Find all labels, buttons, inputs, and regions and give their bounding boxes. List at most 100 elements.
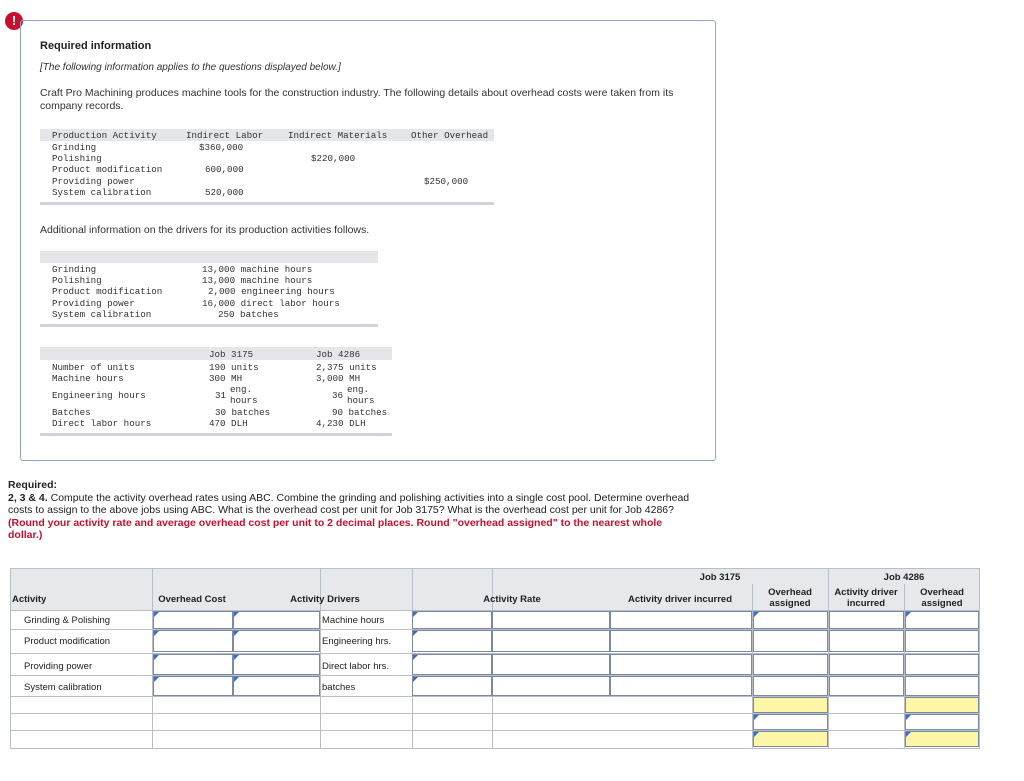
dropdown-marker-icon (413, 612, 418, 617)
driver-table-rule (40, 324, 378, 327)
dropdown-marker-icon (413, 655, 418, 660)
required-text: 2, 3 & 4. Compute the activity overhead … (8, 492, 698, 542)
info-intro: Craft Pro Machining produces machine too… (40, 87, 674, 112)
overhead-cost-input[interactable] (153, 654, 233, 675)
info-note: [The following information applies to th… (40, 62, 341, 73)
job4286-driver-incurred-input[interactable] (829, 654, 904, 675)
activity-rate-input[interactable] (492, 630, 610, 652)
job3175-driver-incurred-input[interactable] (610, 676, 752, 696)
job4286-batches: 90 batches (332, 407, 388, 418)
activity-driver-amount-input[interactable] (412, 630, 492, 652)
answer-grid: Job 3175 Job 4286 Activity Overhead Cost… (10, 568, 980, 749)
activity-driver-amount-input[interactable] (412, 654, 492, 675)
job3175-cost-per-unit-input[interactable] (753, 731, 828, 747)
cost-row-activity: System calibration (52, 187, 152, 198)
cost-header-activity: Production Activity (52, 130, 157, 141)
overhead-cost-input[interactable] (153, 676, 233, 696)
job4286-overhead-assigned-input[interactable] (905, 630, 979, 652)
grid-row-activity: Providing power (24, 661, 93, 672)
job3175-overhead-assigned-input[interactable] (753, 676, 828, 696)
overhead-cost-input-b[interactable] (233, 676, 320, 696)
job-table-rule (40, 433, 392, 436)
activity-rate-input[interactable] (492, 611, 610, 629)
grid-header-overhead-assigned-a: Overhead assigned (768, 587, 812, 609)
grid-line (10, 713, 980, 714)
job4286-driver-incurred-input[interactable] (829, 630, 904, 652)
driver-row-activity: Product modification (52, 286, 163, 297)
dropdown-marker-icon (754, 612, 759, 617)
cost-row-activity: Grinding (52, 142, 97, 153)
job3175-units-input[interactable] (753, 714, 828, 730)
job4286-overhead-assigned-input[interactable] (905, 611, 979, 629)
grid-line (10, 748, 980, 749)
job3175-eng-unit: eng. (230, 384, 253, 395)
grid-row-activity: Grinding & Polishing (24, 615, 111, 626)
overhead-cost-input-b[interactable] (233, 630, 320, 652)
driver-table-header-bg (40, 251, 378, 263)
grid-line (979, 568, 980, 748)
job4286-overhead-assigned-input[interactable] (905, 676, 979, 696)
info-heading: Required information (40, 40, 152, 52)
driver-row-driver: 16,000 direct labor hours (202, 298, 340, 309)
overhead-cost-input[interactable] (153, 630, 233, 652)
dropdown-marker-icon (754, 715, 759, 720)
grid-header-overhead-cost: Overhead Cost (158, 594, 226, 605)
dropdown-marker-icon (154, 631, 159, 636)
job3175-driver-incurred-input[interactable] (610, 654, 752, 675)
grid-row-driver: Engineering hrs. (322, 636, 392, 647)
grid-header-activity: Activity (12, 594, 47, 605)
required-label: Required: (8, 479, 58, 491)
cost-row-activity: Polishing (52, 153, 102, 164)
job3175-eng-num: 31 (215, 390, 227, 401)
activity-driver-amount-input[interactable] (412, 676, 492, 696)
job3175-overhead-assigned-input[interactable] (753, 630, 828, 652)
job4286-units-input[interactable] (905, 714, 979, 730)
job3175-units: 190 units (209, 362, 259, 373)
cost-row-labor: 520,000 (205, 187, 244, 198)
dropdown-marker-icon (754, 732, 759, 737)
job4286-driver-incurred-input[interactable] (829, 611, 904, 629)
dropdown-marker-icon (154, 677, 159, 682)
grid-line (10, 696, 980, 697)
dropdown-marker-icon (906, 612, 911, 617)
job-header-4286: Job 4286 (316, 349, 361, 360)
job3175-overhead-assigned-input[interactable] (753, 611, 828, 629)
driver-row-activity: Grinding (52, 264, 97, 275)
required-block: Required: 2, 3 & 4. Compute the activity… (8, 479, 698, 542)
overhead-cost-input-b[interactable] (233, 611, 320, 629)
job4286-overhead-assigned-input[interactable] (905, 654, 979, 675)
job4286-eng-unit: eng. (347, 384, 370, 395)
activity-rate-input[interactable] (492, 654, 610, 675)
dropdown-marker-icon (234, 655, 239, 660)
grid-row-driver: Machine hours (322, 615, 385, 626)
activity-driver-amount-input[interactable] (412, 611, 492, 629)
job-label: Number of units (52, 362, 135, 373)
grid-row-activity: Product modification (24, 636, 111, 647)
cost-table-rule (40, 202, 494, 205)
job-label: Direct labor hours (52, 418, 152, 429)
driver-row-driver: 13,000 machine hours (202, 264, 313, 275)
job3175-mh: 300 MH (209, 373, 243, 384)
job-label: Engineering hours (52, 390, 146, 401)
grid-row-driver: batches (322, 682, 356, 693)
driver-row-driver: 13,000 machine hours (202, 275, 313, 286)
job3175-total-overhead-input[interactable] (753, 697, 828, 713)
job4286-total-overhead-input[interactable] (905, 697, 979, 713)
grid-header-overhead-assigned-b: Overhead assigned (920, 587, 964, 609)
grid-line (10, 730, 980, 731)
required-prefix: 2, 3 & 4. (8, 491, 48, 504)
job4286-mh: 3,000 MH (316, 373, 361, 384)
overhead-cost-input[interactable] (153, 611, 233, 629)
job4286-cost-per-unit-input[interactable] (905, 731, 979, 747)
job4286-eng-unit2: hours (347, 395, 375, 406)
activity-rate-input[interactable] (492, 676, 610, 696)
overhead-cost-input-b[interactable] (233, 654, 320, 675)
job3175-driver-incurred-input[interactable] (610, 611, 752, 629)
job3175-overhead-assigned-input[interactable] (753, 654, 828, 675)
dropdown-marker-icon (234, 677, 239, 682)
driver-row-activity: System calibration (52, 309, 152, 320)
job3175-driver-incurred-input[interactable] (610, 630, 752, 652)
grid-header-activity-drivers: Activity Drivers (290, 594, 360, 605)
dropdown-marker-icon (154, 655, 159, 660)
job4286-driver-incurred-input[interactable] (829, 676, 904, 696)
